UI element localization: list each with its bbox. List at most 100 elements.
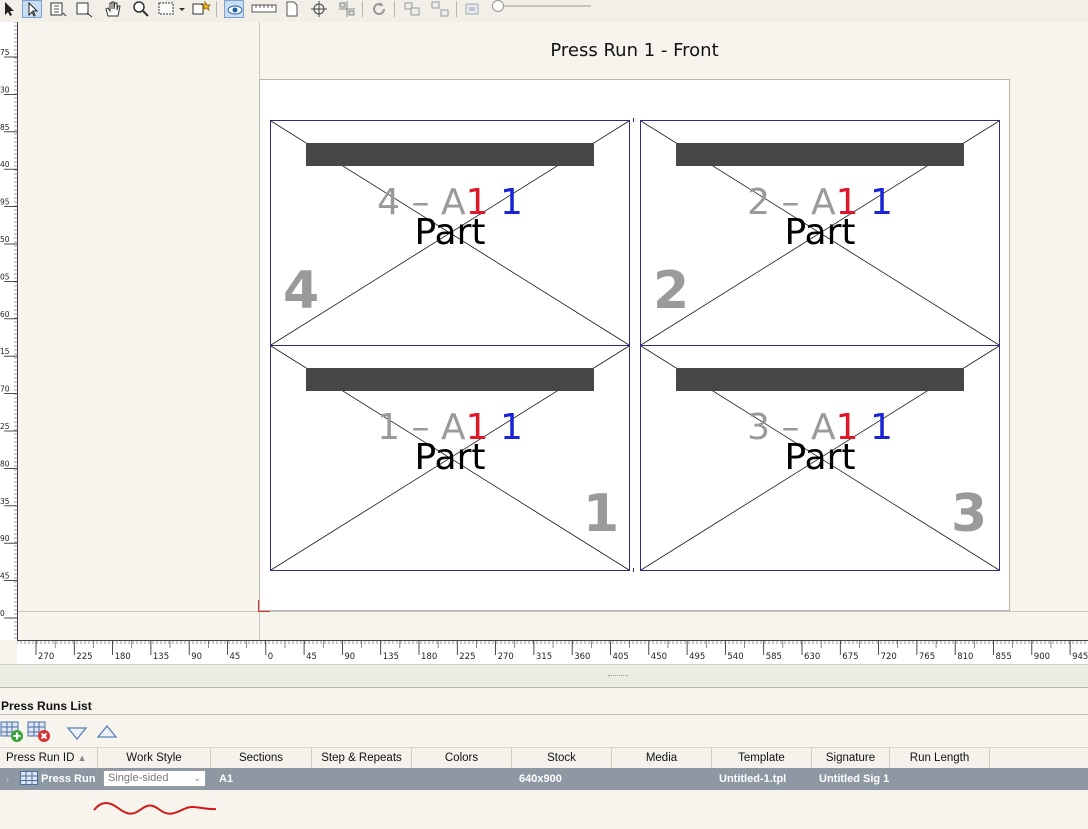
part-3[interactable]: 3 – A1 1 Part 3 (640, 345, 1000, 571)
press-runs-grid-header: Press Run ID ▲ Work Style Sections Step … (0, 747, 1088, 770)
column-header-stock[interactable]: Stock (512, 748, 612, 769)
ruler-label: 135 (383, 652, 399, 662)
ruler-label: 90 (0, 534, 10, 543)
ruler-label: 270 (498, 652, 514, 662)
spellcheck-squiggle (93, 802, 217, 815)
part-header-bar (306, 368, 594, 391)
work-style-value: Single-sided (108, 772, 169, 784)
ruler-label: 765 (919, 652, 935, 662)
ruler-label: 360 (574, 652, 590, 662)
ruler-label: 80 (0, 459, 10, 468)
part-word: Part (414, 212, 486, 253)
delete-press-run-button[interactable] (27, 719, 53, 743)
part-number: 1 (583, 484, 620, 544)
ruler-label: 35 (0, 497, 10, 506)
cell-sections: A1 (219, 773, 234, 785)
column-header-media[interactable]: Media (612, 748, 712, 769)
part-4[interactable]: 4 – A1 1 Part 4 (270, 120, 630, 346)
move-down-button[interactable] (64, 719, 90, 743)
column-header-label: Press Run ID (6, 752, 75, 764)
part-word: Part (414, 437, 486, 478)
ruler-label: 495 (689, 652, 705, 662)
panel-splitter[interactable] (0, 664, 1088, 688)
add-press-run-icon (0, 721, 23, 742)
part-word: Part (784, 212, 856, 253)
column-header-step-repeats[interactable]: Step & Repeats (312, 748, 412, 769)
zoom-slider-track[interactable] (497, 5, 591, 7)
row-expander-icon[interactable]: › (6, 768, 9, 790)
add-press-run-button[interactable] (0, 719, 26, 743)
group-icon[interactable] (402, 0, 422, 18)
work-style-select[interactable]: Single-sided ⌄ (103, 770, 206, 787)
ruler-label: 720 (881, 652, 897, 662)
resize-icon[interactable] (74, 0, 94, 18)
ruler-icon[interactable] (251, 0, 277, 18)
snap-icon[interactable] (463, 0, 483, 18)
part-number: 3 (951, 484, 988, 544)
ruler-label: 540 (727, 652, 743, 662)
column-header-template[interactable]: Template (712, 748, 812, 769)
horizontal-ruler: 270 225 180 135 90 45 0 45 90 135 180 225 270 315 360 4… (17, 640, 1088, 665)
triangle-up-icon (96, 724, 118, 738)
column-header-press-run-id[interactable]: Press Run ID ▲ (0, 748, 98, 769)
move-up-button[interactable] (94, 719, 120, 743)
splitter-grip[interactable] (608, 675, 628, 677)
crosshair-icon[interactable] (309, 0, 329, 18)
part-header-bar (306, 143, 594, 166)
column-header-signature[interactable]: Signature (812, 748, 890, 769)
column-header-colors[interactable]: Colors (412, 748, 512, 769)
column-header-run-length[interactable]: Run Length (890, 748, 990, 769)
zoom-icon[interactable] (131, 0, 151, 18)
part-header-bar (676, 368, 964, 391)
ruler-label: 0 (0, 609, 5, 618)
ruler-label: 70 (0, 385, 10, 394)
zoom-slider-thumb[interactable] (492, 0, 504, 12)
table-row[interactable]: › Press Run Single-sided ⌄ A1 640x900 Un… (0, 768, 1088, 790)
direct-select-icon[interactable] (22, 0, 42, 18)
main-toolbar (0, 0, 1088, 23)
layout-options-icon[interactable] (157, 0, 187, 18)
cell-press-run-id: Press Run (41, 773, 96, 785)
cell-signature: Untitled Sig 1 (819, 773, 890, 785)
select-arrow-icon[interactable] (0, 0, 20, 18)
preview-eye-icon[interactable] (224, 0, 244, 18)
ruler-label: 95 (0, 198, 10, 207)
cell-template: Untitled-1.tpl (719, 773, 787, 785)
ruler-label: 40 (0, 160, 10, 169)
auto-imposition-icon[interactable] (191, 0, 211, 18)
ruler-label: 945 (1072, 652, 1088, 662)
column-header-work-style[interactable]: Work Style (98, 748, 211, 769)
refresh-icon[interactable] (369, 0, 389, 18)
ruler-label: 90 (191, 652, 202, 662)
column-header-sections[interactable]: Sections (211, 748, 312, 769)
ruler-label: 85 (0, 123, 10, 132)
part-header-bar (676, 143, 964, 166)
sort-ascending-icon: ▲ (77, 753, 87, 763)
page-icon[interactable] (282, 0, 302, 18)
ruler-label: 05 (0, 272, 10, 281)
gutter-mark (633, 118, 634, 122)
toolbar-separator (394, 1, 395, 17)
ruler-label: 900 (1034, 652, 1050, 662)
toolbar-separator (456, 1, 457, 17)
ruler-label: 0 (268, 652, 273, 662)
sheet-guide-horizontal (18, 611, 1088, 612)
imposition-canvas[interactable]: Press Run 1 - Front 4 – A1 1 Part 4 2 – … (18, 22, 1088, 640)
delete-press-run-icon (27, 721, 50, 742)
align-icon[interactable] (337, 0, 357, 18)
ruler-label: 315 (536, 652, 552, 662)
ruler-label: 855 (996, 652, 1012, 662)
part-1[interactable]: 1 – A1 1 Part 1 (270, 345, 630, 571)
press-runs-toolbar (0, 714, 1088, 747)
ungroup-icon[interactable] (430, 0, 450, 18)
ruler-label: 45 (306, 652, 317, 662)
press-runs-list-title: Press Runs List (1, 699, 92, 713)
part-2[interactable]: 2 – A1 1 Part 2 (640, 120, 1000, 346)
pan-hand-icon[interactable] (102, 0, 122, 18)
add-part-icon[interactable] (48, 0, 68, 18)
ruler-label: 30 (0, 85, 10, 94)
ruler-label: 810 (957, 652, 973, 662)
ruler-label: 270 (38, 652, 54, 662)
ruler-label: 405 (613, 652, 629, 662)
sheet-title: Press Run 1 - Front (550, 40, 719, 61)
